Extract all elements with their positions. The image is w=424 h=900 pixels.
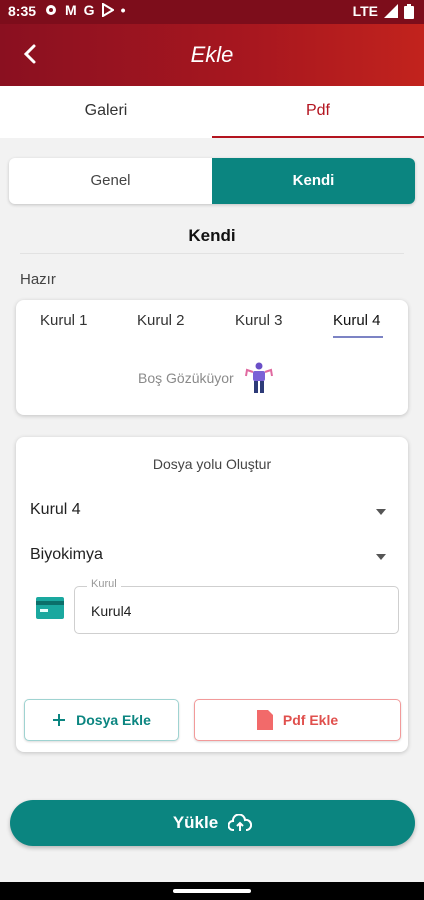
segment-control: Genel Kendi [9,158,415,204]
google-icon: G [83,2,95,18]
divider [20,253,404,254]
section-title: Kendi [188,226,236,245]
signal-icon [384,4,398,18]
add-file-label: Dosya Ekle [76,712,151,728]
dot-icon: • [120,2,126,18]
segment-genel[interactable]: Genel [9,158,212,204]
ready-card: Kurul 1 Kurul 2 Kurul 3 Kurul 4 Boş Gözü… [16,300,408,415]
ders-dropdown[interactable]: Biyokimya [30,546,386,576]
battery-icon [404,3,414,19]
plus-icon [53,714,66,726]
kurul-tab-3[interactable]: Kurul 3 [235,312,283,329]
top-tabs: Galeri Pdf [0,86,424,138]
page-title: Ekle [190,42,234,67]
app-bar: Ekle [0,24,424,86]
tab-pdf[interactable]: Pdf [212,86,424,138]
file-icon [256,710,273,730]
path-card-title: Dosya yolu Oluştur [152,456,272,472]
ders-dropdown-value: Biyokimya [30,546,103,563]
network-label: LTE [352,3,378,19]
gear-icon [46,5,56,15]
status-notification-icons: M G • [44,2,125,18]
path-card: Dosya yolu Oluştur Kurul 4 Biyokimya Kur… [16,437,408,752]
add-pdf-button[interactable]: Pdf Ekle [194,699,401,741]
kurul-field-value: Kurul4 [91,603,132,619]
empty-state: Boş Gözüküyor [138,362,274,394]
kurul-field[interactable]: Kurul Kurul4 [74,578,399,634]
tab-galeri[interactable]: Galeri [0,86,212,138]
hazir-label: Hazır [20,271,56,288]
dropdown-arrow-icon [376,509,386,515]
kurul-dropdown[interactable]: Kurul 4 [30,501,386,531]
status-time: 8:35 [8,3,37,19]
status-bar: 8:35 M G • LTE [0,0,424,24]
kurul-dropdown-value: Kurul 4 [30,501,81,518]
shrug-person-icon [244,362,273,393]
segment-kendi[interactable]: Kendi [212,158,415,204]
folder-card-icon [36,597,64,619]
play-store-icon [101,3,114,17]
kurul-field-label: Kurul [87,578,121,590]
kurul-tab-2[interactable]: Kurul 2 [137,312,185,329]
cloud-upload-icon [228,814,253,831]
upload-label: Yükle [172,813,219,832]
system-nav-bar [0,882,424,900]
kurul-tab-4[interactable]: Kurul 4 [333,312,383,338]
upload-button[interactable]: Yükle [10,800,415,846]
empty-text: Boş Gözüküyor [138,370,234,386]
dropdown-arrow-icon [376,554,386,560]
home-handle[interactable] [173,889,251,893]
gmail-icon: M [65,2,77,18]
kurul-tab-1[interactable]: Kurul 1 [40,312,88,329]
kurul-tabs: Kurul 1 Kurul 2 Kurul 3 Kurul 4 [16,312,408,342]
add-pdf-label: Pdf Ekle [282,712,339,728]
add-file-button[interactable]: Dosya Ekle [24,699,179,741]
